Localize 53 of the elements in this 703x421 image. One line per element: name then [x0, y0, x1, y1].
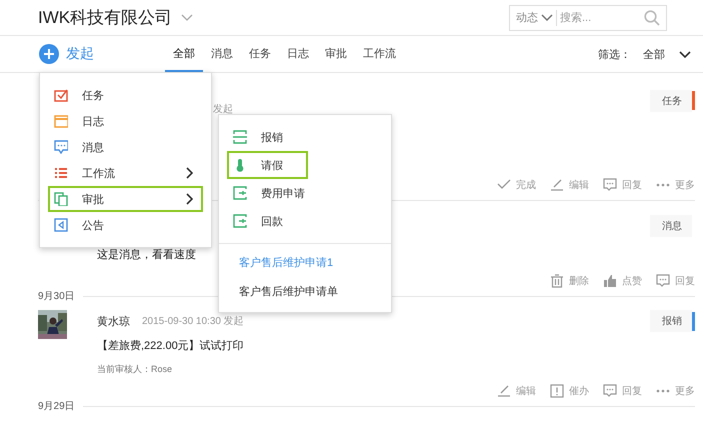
pen-icon — [550, 178, 564, 192]
menu-item[interactable]: 客户售后维护申请单 — [227, 279, 350, 304]
chevron-down-icon — [541, 14, 553, 21]
calendar-icon — [54, 114, 68, 128]
exclamation-box-icon — [550, 384, 564, 398]
menu-item[interactable]: 请假 — [227, 151, 308, 179]
receipt-icon — [233, 130, 247, 144]
menu-item[interactable]: 报销 — [227, 123, 299, 151]
scope-dropdown[interactable]: 动态 — [516, 10, 557, 26]
checkbox-icon — [54, 88, 68, 102]
card-plus-icon — [233, 186, 247, 200]
pen-icon — [497, 384, 511, 398]
category-tag: 消息 — [650, 215, 692, 237]
tab[interactable]: 消息 — [203, 36, 241, 72]
menu-item[interactable]: 消息 — [48, 134, 203, 160]
post-text: 【差旅费,222.00元】试试打印 — [97, 338, 244, 353]
menu-item[interactable]: 审批 — [48, 186, 203, 212]
menu-item[interactable]: 费用申请 — [227, 179, 321, 207]
list-icon — [54, 166, 68, 180]
tab[interactable]: 工作流 — [355, 36, 404, 72]
filter-dropdown[interactable]: 全部 — [643, 36, 691, 72]
reviewer-text: 当前审核人：Rose — [97, 363, 174, 376]
menu-item[interactable]: 公告 — [48, 212, 203, 238]
user-name[interactable]: 黄水琼 — [97, 314, 130, 328]
company-name[interactable]: IWK科技有限公司 — [38, 6, 172, 29]
plus-icon — [39, 44, 59, 64]
search-icon — [644, 10, 660, 26]
tab[interactable]: 审批 — [317, 36, 355, 72]
thumbs-up-icon — [603, 274, 617, 288]
menu-item[interactable]: 日志 — [48, 108, 203, 134]
filter-label: 筛选： — [598, 48, 631, 62]
post-meta: 发起 — [213, 102, 233, 116]
chevron-down-icon — [679, 50, 691, 58]
category-tag: 任务 — [650, 90, 692, 112]
tab[interactable]: 任务 — [241, 36, 279, 72]
card-plus-icon — [233, 214, 247, 228]
post-meta: 2015-09-30 10:30 发起 — [142, 314, 244, 328]
date-label: 9月30日 — [38, 289, 83, 303]
chevron-down-icon — [181, 14, 194, 21]
trash-icon — [550, 274, 564, 288]
category-tag: 报销 — [650, 310, 692, 332]
date-label: 9月29日 — [38, 399, 83, 413]
speech-bubble-icon — [603, 178, 617, 192]
menu-item[interactable]: 任务 — [48, 82, 203, 108]
documents-icon — [54, 192, 68, 206]
search-field[interactable]: 动态 搜索... — [509, 4, 667, 30]
speech-bubble-icon — [603, 384, 617, 398]
menu-item[interactable]: 回款 — [227, 207, 299, 235]
post-text: 这是消息，看看速度 — [97, 248, 196, 262]
speech-bubble-icon — [54, 140, 68, 154]
tab[interactable]: 日志 — [279, 36, 317, 72]
menu-item[interactable]: 工作流 — [48, 160, 203, 186]
speech-bubble-icon — [656, 274, 670, 288]
